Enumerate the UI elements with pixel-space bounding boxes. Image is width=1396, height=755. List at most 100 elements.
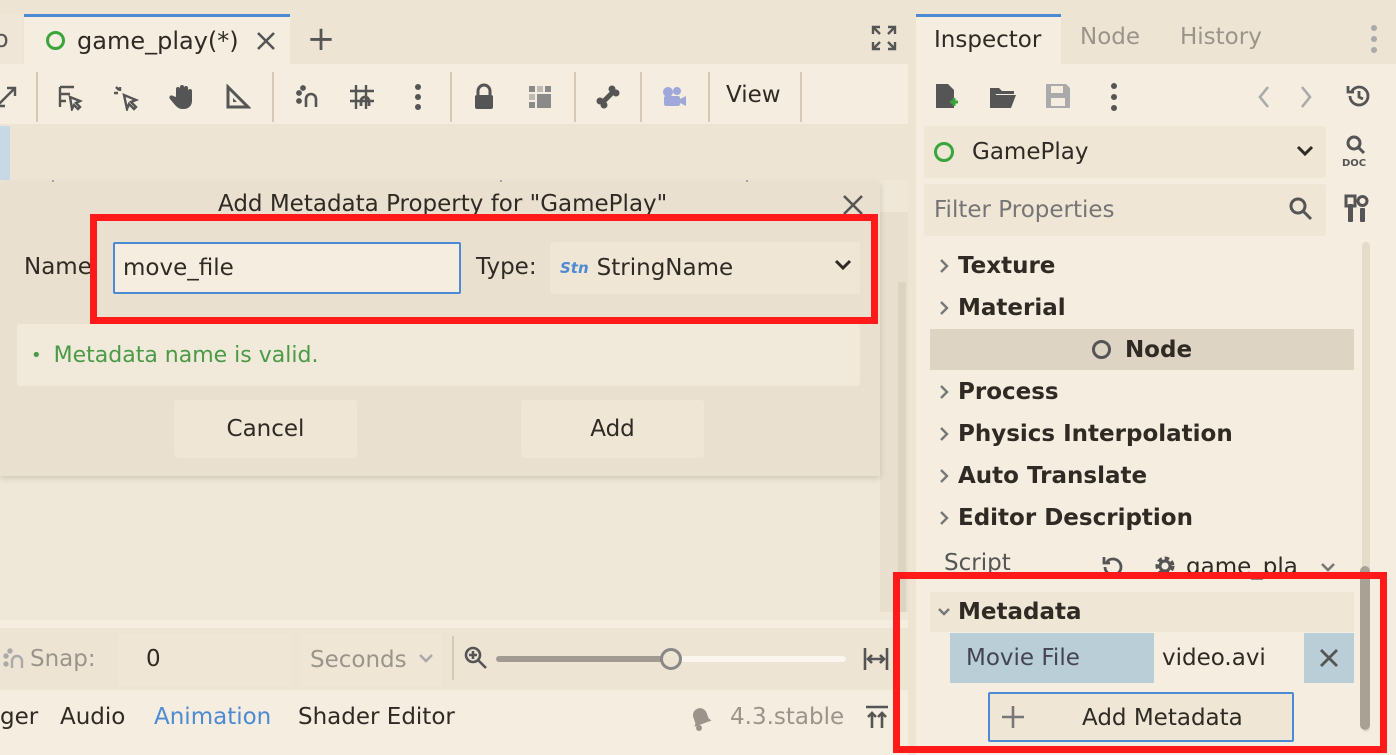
validation-panel: • Metadata name is valid. — [17, 324, 860, 386]
add-button[interactable]: Add — [521, 400, 704, 458]
property-tools-icon[interactable] — [1344, 194, 1370, 224]
view-menu-button[interactable]: View — [726, 82, 781, 108]
section-material-label: Material — [958, 295, 1066, 321]
fit-timeline-icon[interactable] — [862, 646, 890, 672]
bottom-tab-debugger[interactable]: ger — [0, 704, 38, 730]
chevron-right-icon — [930, 468, 958, 484]
add-scene-tab-button[interactable]: + — [300, 18, 342, 60]
toolbar-separator — [708, 72, 710, 122]
pan-mode-hand-icon[interactable] — [160, 72, 204, 122]
toolbar-separator — [640, 72, 642, 122]
transform-icon[interactable] — [0, 72, 28, 122]
new-resource-icon[interactable] — [934, 82, 960, 112]
category-node-header: Node — [930, 329, 1354, 370]
object-selector-label: GamePlay — [972, 139, 1089, 165]
toolbar-separator — [450, 72, 452, 122]
snap-icon — [2, 648, 26, 670]
section-physics-interpolation-label: Physics Interpolation — [958, 421, 1233, 447]
group-icon[interactable] — [518, 72, 562, 122]
bottom-tab-audio[interactable]: Audio — [60, 704, 125, 730]
history-back-icon[interactable] — [1256, 84, 1272, 110]
section-physics-interpolation[interactable]: Physics Interpolation — [930, 414, 1354, 454]
save-icon[interactable] — [1044, 82, 1072, 110]
snap-value-input[interactable]: 0 — [118, 634, 292, 686]
recent-history-icon[interactable] — [1344, 82, 1372, 110]
search-icon — [1288, 196, 1314, 222]
snap-options-menu-icon[interactable] — [396, 72, 440, 122]
ruler-mode-icon[interactable] — [216, 72, 260, 122]
highlight-metadata — [893, 572, 1387, 753]
name-label: Name: — [24, 254, 92, 280]
inspector-options-icon[interactable] — [1110, 82, 1118, 112]
section-editor-description[interactable]: Editor Description — [930, 498, 1354, 538]
version-label: 4.3.stable — [730, 704, 845, 730]
section-editor-description-label: Editor Description — [958, 505, 1193, 531]
filter-properties-input[interactable] — [924, 184, 1326, 236]
node-circle-icon — [1091, 340, 1111, 359]
cancel-button[interactable]: Cancel — [174, 400, 357, 458]
object-selector[interactable]: GamePlay — [924, 126, 1326, 178]
editor-subbar-tab[interactable] — [0, 126, 10, 180]
category-node-label: Node — [1124, 336, 1193, 363]
chevron-right-icon — [930, 510, 958, 526]
select-mode-icon[interactable] — [48, 72, 92, 122]
section-texture[interactable]: Texture — [930, 246, 1354, 286]
section-auto-translate-label: Auto Translate — [958, 463, 1148, 489]
notification-bell-icon[interactable] — [688, 704, 714, 732]
snap-unit-select[interactable]: Seconds — [300, 634, 442, 686]
validation-bullet: • — [31, 344, 42, 366]
tab-inspector-label: Inspector — [934, 27, 1042, 53]
zoom-slider-grabber[interactable] — [660, 648, 682, 670]
snap-unit-value: Seconds — [310, 647, 407, 673]
tab-inspector[interactable]: Inspector — [916, 14, 1061, 64]
tab-node[interactable]: Node — [1080, 24, 1140, 50]
snap-label: Snap: — [30, 646, 96, 672]
section-material[interactable]: Material — [930, 288, 1354, 328]
toolbar-separator — [272, 72, 274, 122]
scene-tab-label: game_play(*) — [77, 26, 239, 55]
scene-node-icon — [46, 31, 65, 50]
lock-icon[interactable] — [462, 72, 506, 122]
scene-tab-previous[interactable]: o — [0, 14, 22, 64]
history-forward-icon[interactable] — [1298, 84, 1314, 110]
smart-snap-icon[interactable] — [286, 72, 330, 122]
highlight-name-type — [90, 214, 878, 324]
toolbar-separator — [452, 636, 454, 680]
filter-properties-field[interactable] — [924, 184, 1284, 236]
chevron-right-icon — [930, 300, 958, 316]
validation-message: Metadata name is valid. — [53, 342, 319, 368]
toolbar-separator — [800, 72, 802, 122]
skeleton-bone-icon[interactable] — [586, 72, 630, 122]
bottom-tab-shader-editor[interactable]: Shader Editor — [298, 704, 455, 730]
close-icon[interactable] — [255, 30, 277, 52]
distraction-free-icon[interactable] — [866, 20, 902, 56]
chevron-right-icon — [930, 384, 958, 400]
chevron-right-icon — [930, 258, 958, 274]
node-icon — [934, 142, 954, 162]
open-folder-icon[interactable] — [988, 84, 1018, 110]
section-process[interactable]: Process — [930, 372, 1354, 412]
bottom-tab-animation[interactable]: Animation — [154, 704, 271, 730]
toolbar-separator — [574, 72, 576, 122]
background-panel-scrollbar — [898, 282, 906, 612]
tab-history[interactable]: History — [1180, 24, 1262, 50]
camera-override-icon[interactable] — [652, 72, 696, 122]
editor-subbar — [0, 124, 908, 180]
zoom-slider-fill — [496, 656, 670, 662]
expand-panel-icon[interactable] — [864, 704, 890, 730]
grid-snap-icon[interactable] — [340, 72, 384, 122]
section-texture-label: Texture — [958, 253, 1056, 279]
section-auto-translate[interactable]: Auto Translate — [930, 456, 1354, 496]
section-process-label: Process — [958, 379, 1059, 405]
chevron-down-icon — [418, 653, 434, 665]
tab-edge-text: o — [0, 25, 9, 53]
toolbar-separator — [36, 72, 38, 122]
chevron-right-icon — [930, 426, 958, 442]
scene-tab-game-play[interactable]: game_play(*) — [24, 14, 290, 64]
zoom-icon — [462, 644, 490, 672]
move-mode-icon[interactable] — [104, 72, 148, 122]
dock-menu-icon[interactable] — [1370, 24, 1378, 54]
open-documentation-icon[interactable]: DOC — [1340, 134, 1372, 168]
chevron-down-icon — [1296, 144, 1314, 158]
zoom-slider[interactable] — [496, 648, 846, 670]
